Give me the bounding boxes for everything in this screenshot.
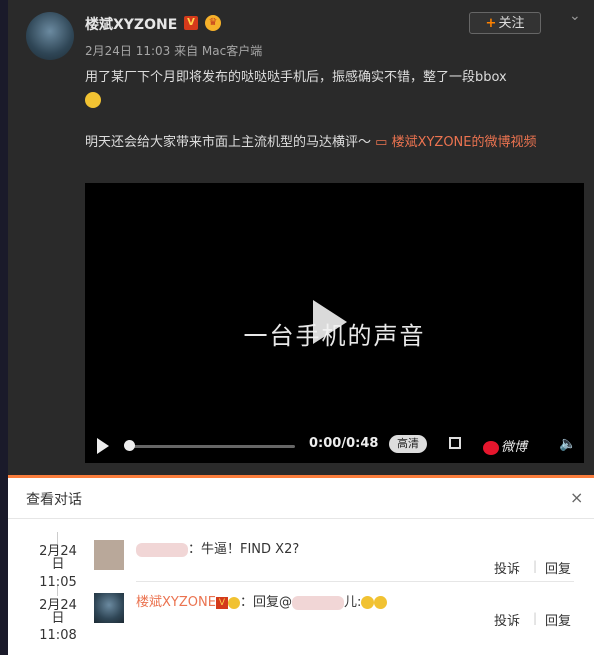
verified-badge-icon[interactable]: V [184,16,198,30]
dialog-divider [8,518,594,519]
laugh-emoji-icon [374,596,388,609]
user-avatar[interactable] [26,12,74,60]
timeline-line [57,586,58,596]
weibo-post: 楼斌XYZONE V ♛ + 关注 ⌄ 2月24日 11:03 来自 Mac客户端… [8,0,594,475]
weibo-logo-icon [483,440,499,455]
comment-text: 楼斌XYZONE V ：回复@ 儿: [136,591,388,610]
volume-icon[interactable]: 🔈 [559,436,576,452]
dialog-title: 查看对话 [26,492,82,508]
redacted-name [136,542,188,557]
video-time: 0:00/0:48 [309,436,379,451]
report-link[interactable]: 投诉 [494,610,520,629]
commenter-avatar[interactable] [94,593,124,623]
reply-link[interactable]: 回复 [545,610,571,629]
reply-link[interactable]: 回复 [545,558,571,577]
commenter-name[interactable]: 楼斌XYZONE [136,595,216,610]
big-play-icon[interactable] [313,300,347,344]
video-controls: 0:00/0:48 高清 微博 🔈 [85,435,584,459]
comment-body-suffix: 儿: [343,595,362,610]
laugh-emoji-icon [85,91,101,108]
comment-divider [136,581,574,582]
video-link-label: 楼斌XYZONE的微博视频 [391,135,537,150]
weibo-brand[interactable]: 微博 [483,436,527,455]
report-link[interactable]: 投诉 [494,558,520,577]
timeline-line [57,532,58,544]
comment-body: ：牛逼！FIND X2? [188,542,300,557]
member-crown-icon[interactable]: ♛ [205,15,221,31]
plus-icon: + [485,16,497,31]
verified-badge-icon: V [215,596,228,609]
chevron-down-icon[interactable]: ⌄ [569,8,581,24]
close-icon[interactable]: × [570,488,583,507]
member-crown-icon [227,596,240,609]
comment-text: ：牛逼！FIND X2? [136,538,299,557]
conversation-dialog: 查看对话 × 2月24日 11:05 ：牛逼！FIND X2? 投诉 | 回复 … [8,475,594,655]
video-icon: ▭ [375,135,392,150]
post-meta[interactable]: 2月24日 11:03 来自 Mac客户端 [85,42,262,59]
post-text-line1: 用了某厂下个月即将发布的哒哒哒手机后，振感确实不错，整了一段bbox [85,70,507,85]
post-text-line2: 明天还会给大家带来市面上主流机型的马达横评～ [85,135,376,150]
quality-button[interactable]: 高清 [389,435,427,453]
progress-handle[interactable] [124,440,135,451]
action-separator: | [533,611,538,625]
commenter-avatar[interactable] [94,540,124,570]
comment-date: 2月24日 [39,598,77,626]
comment-time: 11:05 [39,575,77,590]
video-link[interactable]: ▭ 楼斌XYZONE的微博视频 [375,135,536,150]
play-icon[interactable] [97,438,109,454]
page-side-strip [0,0,8,655]
comment-time: 11:08 [39,628,77,643]
action-separator: | [533,559,538,573]
laugh-emoji-icon [361,596,375,609]
weibo-brand-label: 微博 [501,440,528,455]
post-username[interactable]: 楼斌XYZONE [85,14,177,34]
post-text: 用了某厂下个月即将发布的哒哒哒手机后，振感确实不错，整了一段bbox [85,67,575,111]
redacted-name [291,595,344,610]
follow-button[interactable]: + 关注 [469,12,541,34]
video-player[interactable]: 一台手机的声音 0:00/0:48 高清 微博 🔈 [85,183,584,463]
comment-date: 2月24日 [39,544,77,572]
comment-body-prefix: ：回复@ [239,595,292,610]
post-text-2: 明天还会给大家带来市面上主流机型的马达横评～ ▭ 楼斌XYZONE的微博视频 [85,132,585,154]
progress-bar[interactable] [127,445,295,448]
follow-label: 关注 [498,16,525,31]
fullscreen-icon[interactable] [449,437,461,449]
